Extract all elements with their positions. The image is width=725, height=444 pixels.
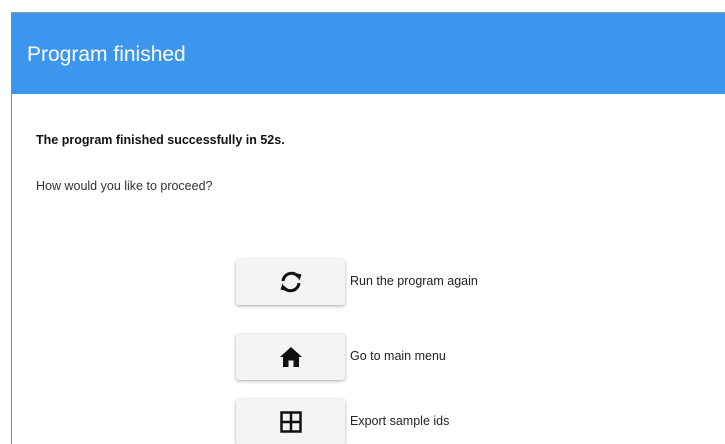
main-menu-label: Go to main menu — [350, 349, 446, 363]
dialog-header: Program finished — [12, 13, 725, 94]
proceed-question: How would you like to proceed? — [36, 179, 213, 193]
program-finished-dialog: Program finished The program finished su… — [11, 12, 725, 444]
main-menu-action: Go to main menu — [236, 334, 636, 380]
main-menu-button[interactable] — [236, 334, 345, 380]
export-button[interactable] — [236, 399, 345, 444]
export-action: Export sample ids — [236, 399, 636, 444]
window-top-edge — [0, 0, 725, 12]
run-again-button[interactable] — [236, 259, 345, 305]
export-label: Export sample ids — [350, 414, 450, 428]
run-again-label: Run the program again — [350, 274, 478, 288]
run-again-action: Run the program again — [236, 259, 636, 305]
completion-message: The program finished successfully in 52s… — [36, 133, 285, 147]
dialog-title: Program finished — [27, 43, 186, 66]
grid-icon — [279, 411, 302, 433]
refresh-icon — [276, 269, 306, 295]
home-icon — [279, 346, 303, 368]
